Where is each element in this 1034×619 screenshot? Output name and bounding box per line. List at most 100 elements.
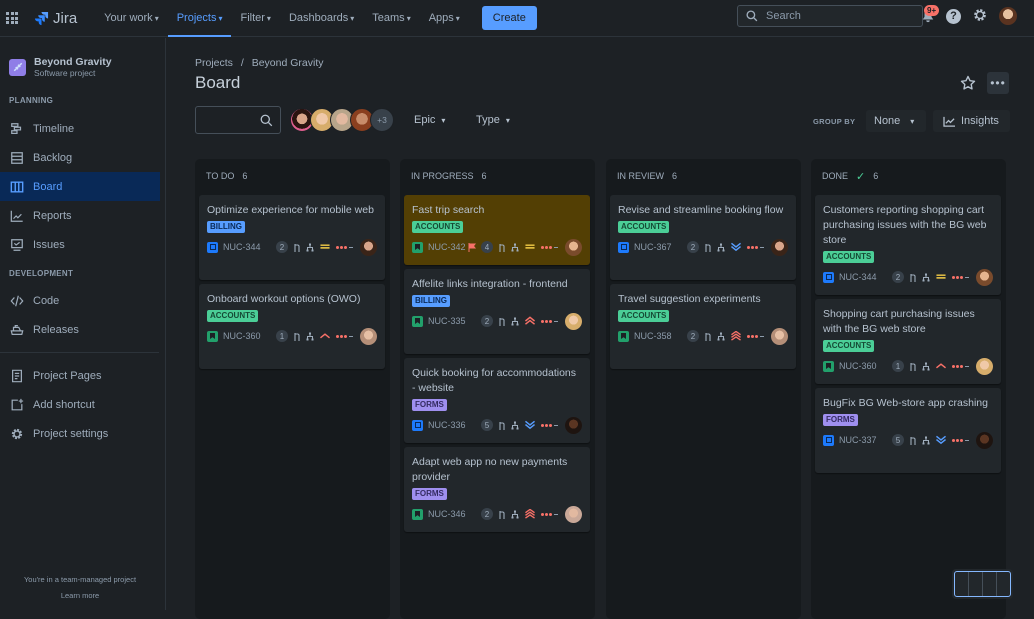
- sidebar-item-label: Releases: [33, 324, 79, 336]
- sidebar-item-timeline[interactable]: Timeline: [0, 114, 160, 143]
- assignee-avatar[interactable]: [771, 239, 788, 256]
- help-icon[interactable]: ?: [946, 9, 961, 24]
- assignee-avatar[interactable]: [565, 239, 582, 256]
- assignee-avatar[interactable]: [976, 432, 993, 449]
- search-placeholder: Search: [766, 10, 801, 22]
- issue-card[interactable]: Revise and streamline booking flowACCOUN…: [610, 195, 796, 280]
- create-button[interactable]: Create: [482, 6, 537, 30]
- app-switcher-icon[interactable]: [6, 12, 18, 24]
- more-actions-button[interactable]: •••: [987, 72, 1009, 94]
- learn-more-link[interactable]: Learn more: [0, 588, 160, 604]
- issue-card[interactable]: Travel suggestion experimentsACCOUNTSNUC…: [610, 284, 796, 369]
- nav-projects[interactable]: Projects▾: [168, 0, 232, 37]
- issue-card[interactable]: Optimize experience for mobile webBILLIN…: [199, 195, 385, 280]
- priority-medium-icon: [524, 242, 536, 252]
- story-points: 5: [481, 419, 493, 431]
- assignee-avatar[interactable]: [976, 269, 993, 286]
- chevron-down-icon: ▾: [506, 116, 510, 125]
- sidebar-item-board[interactable]: Board: [0, 172, 160, 201]
- breadcrumb-project[interactable]: Beyond Gravity: [252, 57, 324, 69]
- issue-card[interactable]: BugFix BG Web-store app crashingFORMSNUC…: [815, 388, 1001, 473]
- assignee-avatar[interactable]: [771, 328, 788, 345]
- sidebar-item-label: Timeline: [33, 123, 74, 135]
- issue-key[interactable]: NUC-337: [839, 435, 877, 445]
- group-by-label: GROUP BY: [813, 117, 855, 126]
- assignee-avatar[interactable]: [976, 358, 993, 375]
- jira-logo[interactable]: Jira: [34, 10, 77, 27]
- issue-key[interactable]: NUC-360: [223, 331, 261, 341]
- insights-icon: [943, 116, 956, 127]
- issue-card[interactable]: Adapt web app no new payments providerFO…: [404, 447, 590, 532]
- epic-filter[interactable]: Epic▾: [414, 114, 445, 126]
- progress-dots-icon: [952, 276, 969, 279]
- issue-key[interactable]: NUC-336: [428, 420, 466, 430]
- group-by-select[interactable]: None▾: [866, 110, 926, 132]
- settings-button[interactable]: [972, 7, 988, 26]
- card-footer: NUC-3601: [823, 356, 993, 376]
- star-icon[interactable]: [960, 75, 976, 91]
- nav-your-work[interactable]: Your work▾: [95, 0, 168, 37]
- card-title: Fast trip search: [412, 203, 582, 218]
- notifications-button[interactable]: 9+: [921, 9, 935, 23]
- board-search-input[interactable]: [195, 106, 281, 134]
- issue-key[interactable]: NUC-358: [634, 331, 672, 341]
- nav-filter[interactable]: Filter▾: [231, 0, 279, 37]
- nav-teams[interactable]: Teams▾: [363, 0, 419, 37]
- assignee-avatar[interactable]: [565, 417, 582, 434]
- issue-key[interactable]: NUC-367: [634, 242, 672, 252]
- priority-critical-icon: [730, 331, 742, 341]
- nav-apps[interactable]: Apps▾: [420, 0, 469, 37]
- issue-key[interactable]: NUC-360: [839, 361, 877, 371]
- assignee-avatar[interactable]: [565, 506, 582, 523]
- board-overview-minimap[interactable]: [952, 569, 1013, 599]
- sidebar-item-label: Issues: [33, 239, 65, 251]
- card-title: Revise and streamline booking flow: [618, 203, 788, 218]
- column-count: 6: [482, 171, 487, 181]
- more-assignees[interactable]: +3: [370, 108, 394, 132]
- issue-key[interactable]: NUC-335: [428, 316, 466, 326]
- issue-card[interactable]: Onboard workout options (OWO)ACCOUNTSNUC…: [199, 284, 385, 369]
- priority-high-icon: [935, 361, 947, 371]
- sidebar-item-reports[interactable]: Reports: [0, 201, 160, 230]
- sidebar-item-project-settings[interactable]: Project settings: [0, 419, 160, 448]
- progress-dots-icon: [541, 424, 558, 427]
- sidebar-item-backlog[interactable]: Backlog: [0, 143, 160, 172]
- insights-button[interactable]: Insights: [933, 110, 1010, 132]
- issue-card[interactable]: Shopping cart purchasing issues with the…: [815, 299, 1001, 384]
- card-footer: NUC-3442: [207, 237, 377, 257]
- task-type-icon: [618, 242, 629, 253]
- issue-key[interactable]: NUC-346: [428, 509, 466, 519]
- user-avatar[interactable]: [999, 7, 1017, 25]
- progress-dots-icon: [747, 335, 764, 338]
- search-input[interactable]: Search: [737, 5, 923, 27]
- issue-card[interactable]: Customers reporting shopping cart purcha…: [815, 195, 1001, 295]
- column-count: 6: [672, 171, 677, 181]
- sidebar-item-code[interactable]: Code: [0, 286, 160, 315]
- sidebar-item-releases[interactable]: Releases: [0, 315, 160, 344]
- type-filter-label: Type: [476, 114, 500, 126]
- issue-key[interactable]: NUC-342: [428, 242, 466, 252]
- assignee-avatar[interactable]: [360, 328, 377, 345]
- nav-label: Teams: [372, 12, 404, 24]
- sidebar-item-add-shortcut[interactable]: Add shortcut: [0, 390, 160, 419]
- assignee-avatar[interactable]: [360, 239, 377, 256]
- subtasks-icon: [511, 421, 519, 430]
- card-footer: NUC-3424: [412, 237, 582, 257]
- sidebar-item-issues[interactable]: Issues: [0, 230, 160, 259]
- breadcrumb-projects[interactable]: Projects: [195, 57, 233, 69]
- issue-card[interactable]: Affelite links integration - frontendBIL…: [404, 269, 590, 354]
- issue-card[interactable]: Quick booking for accommodations - websi…: [404, 358, 590, 443]
- epic-label: ACCOUNTS: [823, 340, 874, 352]
- project-header[interactable]: Beyond Gravity Software project: [9, 56, 165, 78]
- sidebar-item-project-pages[interactable]: Project Pages: [0, 361, 160, 390]
- issue-card[interactable]: Fast trip searchACCOUNTSNUC-3424: [404, 195, 590, 265]
- type-filter[interactable]: Type ▾: [476, 114, 510, 126]
- issue-key[interactable]: NUC-344: [839, 272, 877, 282]
- nav-dashboards[interactable]: Dashboards▾: [280, 0, 363, 37]
- chevron-down-icon: ▾: [910, 117, 914, 126]
- sidebar-item-label: Code: [33, 295, 59, 307]
- story-type-icon: [618, 331, 629, 342]
- issue-key[interactable]: NUC-344: [223, 242, 261, 252]
- assignee-avatar[interactable]: [565, 313, 582, 330]
- releases-icon: [10, 323, 24, 337]
